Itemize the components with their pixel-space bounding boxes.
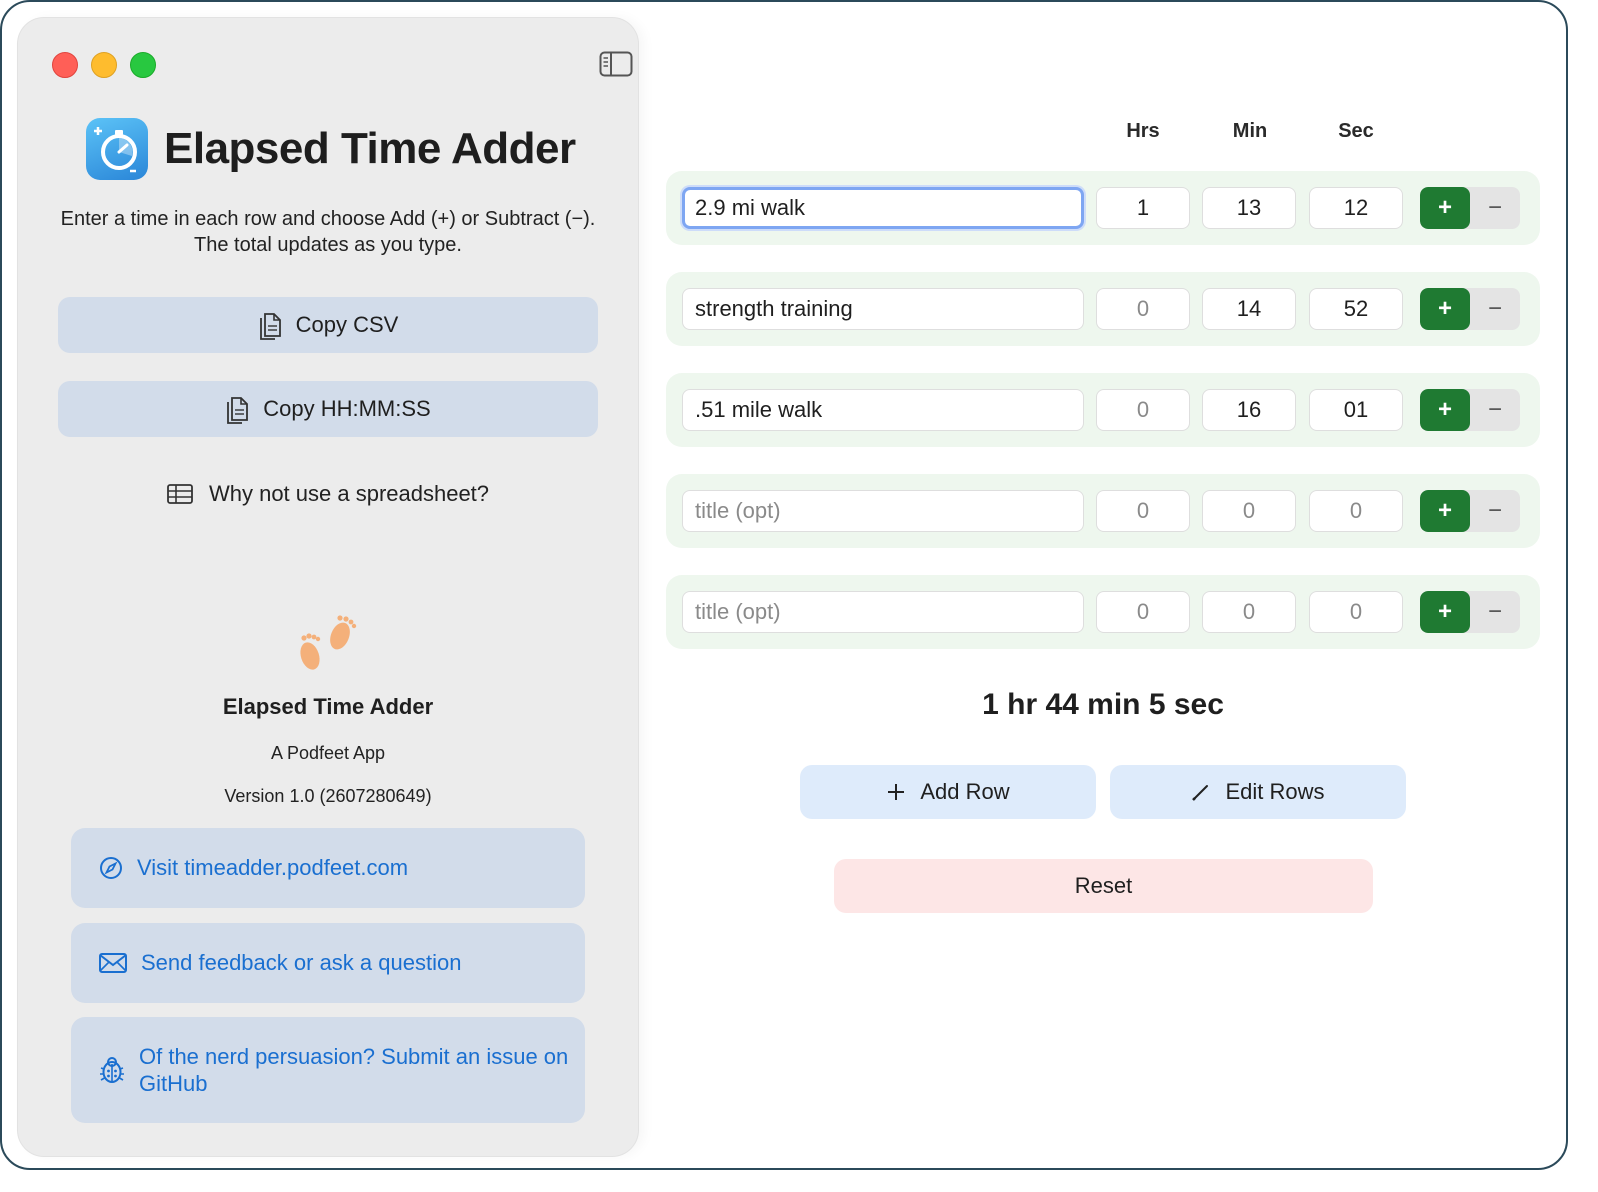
copy-doc-icon xyxy=(227,397,249,424)
github-issue-label: Of the nerd persuasion? Submit an issue … xyxy=(139,1044,569,1096)
row-title-input[interactable] xyxy=(682,591,1084,633)
minimize-window-button[interactable] xyxy=(91,52,117,78)
copy-hhmmss-button[interactable]: Copy HH:MM:SS xyxy=(58,381,598,437)
total-time: 1 hr 44 min 5 sec xyxy=(982,688,1224,721)
reset-button[interactable]: Reset xyxy=(834,859,1373,913)
row-min-input[interactable] xyxy=(1202,288,1296,330)
add-mode-button[interactable]: + xyxy=(1420,490,1470,532)
add-mode-button[interactable]: + xyxy=(1420,591,1470,633)
row-sec-input[interactable] xyxy=(1309,389,1403,431)
about-version: Version 1.0 (2607280649) xyxy=(224,786,432,806)
row-hrs-input[interactable] xyxy=(1096,490,1190,532)
subtract-mode-button[interactable]: − xyxy=(1470,490,1520,532)
row-title-input[interactable] xyxy=(682,288,1084,330)
row-hrs-input[interactable] xyxy=(1096,389,1190,431)
row-min-input[interactable] xyxy=(1202,490,1296,532)
copy-csv-label: Copy CSV xyxy=(295,312,399,337)
add-row-button[interactable]: Add Row xyxy=(800,765,1096,819)
add-subtract-toggle: + − xyxy=(1420,187,1520,229)
pencil-icon xyxy=(1192,785,1209,801)
visit-website-label: Visit timeadder.podfeet.com xyxy=(137,855,409,880)
sec-column-header: Sec xyxy=(1338,120,1374,142)
subtract-mode-button[interactable]: − xyxy=(1470,187,1520,229)
row-min-input[interactable] xyxy=(1202,187,1296,229)
github-issue-link[interactable]: Of the nerd persuasion? Submit an issue … xyxy=(71,1017,585,1123)
visit-website-link[interactable]: Visit timeadder.podfeet.com xyxy=(71,828,585,908)
row-hrs-input[interactable] xyxy=(1096,187,1190,229)
copy-hhmmss-label: Copy HH:MM:SS xyxy=(263,396,431,421)
zoom-window-button[interactable] xyxy=(130,52,156,78)
edit-rows-button[interactable]: Edit Rows xyxy=(1110,765,1406,819)
time-row: +− xyxy=(666,171,1540,245)
add-subtract-toggle: + − xyxy=(1420,389,1520,431)
row-sec-input[interactable] xyxy=(1309,591,1403,633)
row-title-input[interactable] xyxy=(682,187,1084,229)
about-subtitle: A Podfeet App xyxy=(270,743,386,763)
add-subtract-toggle: + − xyxy=(1420,288,1520,330)
row-hrs-input[interactable] xyxy=(1096,591,1190,633)
copy-doc-icon xyxy=(259,313,281,340)
subtract-mode-button[interactable]: − xyxy=(1470,389,1520,431)
envelope-icon xyxy=(99,953,127,973)
row-min-input[interactable] xyxy=(1202,591,1296,633)
send-feedback-link[interactable]: Send feedback or ask a question xyxy=(71,923,585,1003)
app-window: Elapsed Time Adder Enter a time in each … xyxy=(0,0,1568,1170)
time-row: +− xyxy=(666,373,1540,447)
sidebar-toggle-icon[interactable] xyxy=(599,51,633,77)
stopwatch-app-icon xyxy=(86,118,148,180)
add-mode-button[interactable]: + xyxy=(1420,389,1470,431)
hrs-column-header: Hrs xyxy=(1126,120,1160,142)
min-column-header: Min xyxy=(1232,120,1268,142)
why-spreadsheet-link[interactable]: Why not use a spreadsheet? xyxy=(58,478,598,510)
app-title: Elapsed Time Adder xyxy=(164,124,576,173)
subtract-mode-button[interactable]: − xyxy=(1470,591,1520,633)
app-header: Elapsed Time Adder xyxy=(86,118,576,180)
intro-text: Enter a time in each row and choose Add … xyxy=(60,208,596,256)
row-hrs-input[interactable] xyxy=(1096,288,1190,330)
row-title-input[interactable] xyxy=(682,389,1084,431)
send-feedback-label: Send feedback or ask a question xyxy=(141,950,462,975)
time-row: +− xyxy=(666,272,1540,346)
plus-icon xyxy=(888,784,905,800)
row-sec-input[interactable] xyxy=(1309,490,1403,532)
add-row-label: Add Row xyxy=(920,779,1010,804)
row-min-input[interactable] xyxy=(1202,389,1296,431)
table-icon xyxy=(167,484,193,504)
time-row: +− xyxy=(666,575,1540,649)
subtract-mode-button[interactable]: − xyxy=(1470,288,1520,330)
why-spreadsheet-label: Why not use a spreadsheet? xyxy=(208,481,490,506)
close-window-button[interactable] xyxy=(52,52,78,78)
compass-icon xyxy=(100,857,122,879)
time-row: +− xyxy=(666,474,1540,548)
footprints-icon xyxy=(300,615,357,670)
copy-csv-button[interactable]: Copy CSV xyxy=(58,297,598,353)
about-app-name: Elapsed Time Adder xyxy=(222,694,434,719)
ladybug-icon xyxy=(100,1057,124,1083)
row-sec-input[interactable] xyxy=(1309,288,1403,330)
add-subtract-toggle: + − xyxy=(1420,591,1520,633)
add-mode-button[interactable]: + xyxy=(1420,187,1470,229)
edit-rows-label: Edit Rows xyxy=(1225,779,1325,804)
reset-label: Reset xyxy=(1074,873,1133,898)
add-subtract-toggle: + − xyxy=(1420,490,1520,532)
row-title-input[interactable] xyxy=(682,490,1084,532)
row-sec-input[interactable] xyxy=(1309,187,1403,229)
add-mode-button[interactable]: + xyxy=(1420,288,1470,330)
